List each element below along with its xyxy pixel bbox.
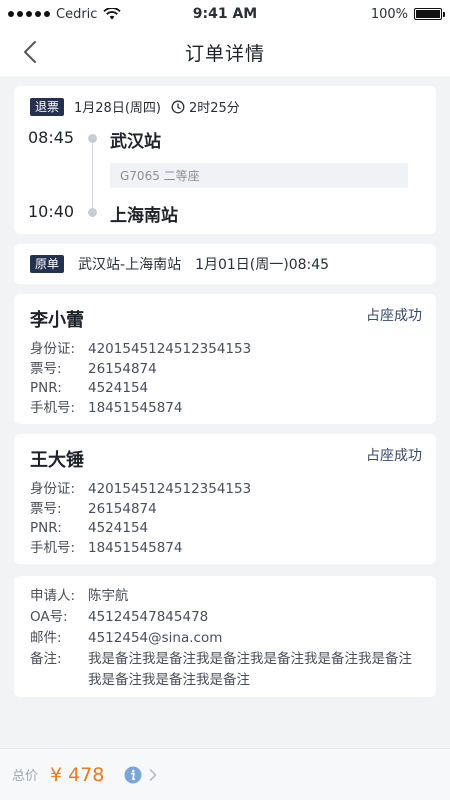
- passenger-name: 李小蕾: [30, 310, 84, 331]
- battery-percent: 100%: [370, 6, 408, 22]
- chevron-right-icon[interactable]: [148, 768, 158, 782]
- total-label: 总价: [12, 769, 39, 784]
- id-label: 身份证:: [30, 481, 76, 497]
- phone-label: 手机号:: [30, 539, 76, 556]
- trip-duration: 2时25分: [171, 97, 240, 116]
- id-row: 身份证: 4201545124512354153: [30, 340, 251, 360]
- phone-row: 手机号: 18451545874: [30, 399, 251, 419]
- arrive-dot: [88, 208, 97, 217]
- phone-row: 手机号: 18451545874: [30, 539, 251, 559]
- depart-station: 武汉站: [110, 132, 161, 152]
- email-label: 邮件:: [30, 630, 62, 646]
- passenger-info: 身份证: 4201545124512354153 票号: 26154874 PN…: [30, 340, 251, 418]
- original-order-info: 武汉站-上海南站 1月01日(周一)08:45: [78, 254, 329, 274]
- phone-value: 18451545874: [88, 539, 183, 556]
- back-button[interactable]: [18, 40, 42, 64]
- id-value: 4201545124512354153: [88, 341, 252, 357]
- oa-label: OA号:: [30, 609, 68, 625]
- oa-value: 45124547845478: [88, 609, 209, 625]
- nav-bar: 订单详情: [0, 28, 450, 76]
- status-right: 100%: [370, 6, 445, 22]
- applicant-info: 申请人: 陈宇航 OA号: 45124547845478 邮件: 4512454…: [30, 586, 418, 691]
- original-route: 武汉站-上海南站: [78, 257, 182, 273]
- ticket-label: 票号:: [30, 360, 62, 377]
- seat-status: 占座成功: [366, 448, 422, 464]
- chevron-left-icon: [24, 41, 36, 63]
- ticket-value: 26154874: [88, 500, 157, 517]
- pnr-label: PNR:: [30, 380, 62, 396]
- train-info: G7065 二等座: [110, 163, 408, 188]
- original-datetime: 1月01日(周一)08:45: [195, 257, 330, 273]
- clock-icon: [171, 100, 185, 113]
- pnr-value: 4524154: [88, 520, 149, 536]
- depart-dot: [88, 134, 97, 143]
- ticket-row: 票号: 26154874: [30, 360, 251, 380]
- arrive-station: 上海南站: [110, 206, 178, 226]
- duration-text: 2时25分: [188, 101, 240, 116]
- info-icon[interactable]: [124, 766, 142, 784]
- original-order-card: 原单 武汉站-上海南站 1月01日(周一)08:45: [14, 244, 436, 284]
- passenger-info: 身份证: 4201545124512354153 票号: 26154874 PN…: [30, 480, 251, 558]
- original-tag: 原单: [30, 255, 65, 273]
- applicant-label: 申请人:: [30, 588, 76, 604]
- ticket-row: 票号: 26154874: [30, 500, 251, 520]
- applicant-card: 申请人: 陈宇航 OA号: 45124547845478 邮件: 4512454…: [14, 576, 436, 697]
- passenger-card: 王大锤 占座成功 身份证: 4201545124512354153 票号: 26…: [14, 434, 436, 564]
- pnr-label: PNR:: [30, 520, 62, 536]
- applicant-row: 申请人: 陈宇航: [30, 586, 418, 607]
- trip-card: 退票 1月28日(周四) 2时25分 08:45 武汉站 G7065 二等座 1…: [14, 86, 436, 234]
- email-row: 邮件: 4512454@sina.com: [30, 628, 418, 649]
- pnr-value: 4524154: [88, 380, 149, 396]
- passenger-card: 李小蕾 占座成功 身份证: 4201545124512354153 票号: 26…: [14, 294, 436, 424]
- phone-value: 18451545874: [88, 399, 183, 416]
- oa-row: OA号: 45124547845478: [30, 607, 418, 628]
- remark-row: 备注: 我是备注我是备注我是备注我是备注我是备注我是备注我是备注我是备注我是备注: [30, 649, 418, 691]
- ticket-value: 26154874: [88, 360, 157, 377]
- arrive-time: 10:40: [28, 202, 75, 221]
- battery-icon: [414, 8, 445, 20]
- phone-label: 手机号:: [30, 399, 76, 416]
- remark-label: 备注:: [30, 651, 62, 667]
- trip-date: 1月28日(周四): [74, 101, 161, 116]
- page-title: 订单详情: [184, 42, 265, 65]
- remark-value: 我是备注我是备注我是备注我是备注我是备注我是备注我是备注我是备注我是备注: [88, 651, 412, 688]
- id-value: 4201545124512354153: [88, 481, 252, 497]
- ticket-label: 票号:: [30, 500, 62, 517]
- trip-header: 退票 1月28日(周四) 2时25分: [30, 97, 240, 116]
- id-label: 身份证:: [30, 341, 76, 357]
- status-bar: Cedric 9:41 AM 100%: [0, 0, 450, 28]
- timeline-line: [92, 138, 93, 213]
- pnr-row: PNR: 4524154: [30, 379, 251, 399]
- seat-status: 占座成功: [366, 308, 422, 324]
- id-row: 身份证: 4201545124512354153: [30, 480, 251, 500]
- bottom-bar: 总价 ¥ 478: [0, 748, 450, 800]
- total-amount: ¥ 478: [50, 763, 105, 786]
- depart-time: 08:45: [28, 128, 75, 147]
- email-value: 4512454@sina.com: [88, 630, 223, 646]
- refund-tag: 退票: [30, 97, 65, 116]
- applicant-value: 陈宇航: [88, 588, 129, 604]
- pnr-row: PNR: 4524154: [30, 519, 251, 539]
- passenger-name: 王大锤: [30, 450, 84, 471]
